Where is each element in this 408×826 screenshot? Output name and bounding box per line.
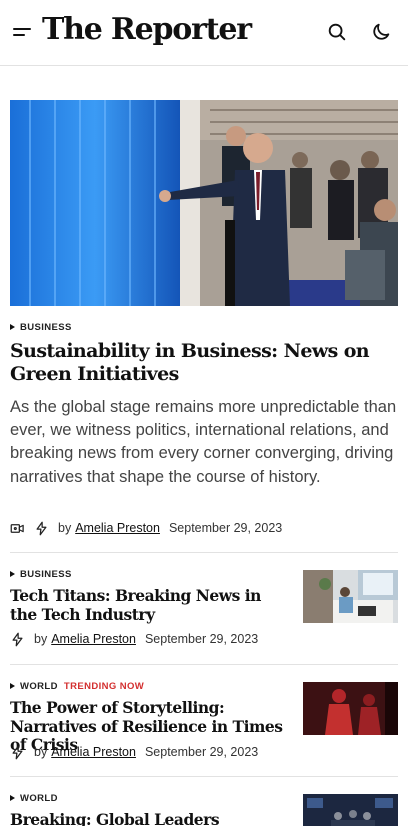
author-link[interactable]: Amelia Preston	[51, 745, 136, 759]
site-header: The Reporter	[0, 0, 408, 66]
featured-image[interactable]	[10, 100, 398, 306]
caret-right-icon	[10, 683, 15, 689]
lightning-icon	[12, 745, 23, 759]
article-thumbnail[interactable]	[303, 794, 398, 826]
divider	[10, 776, 398, 777]
lightning-icon	[36, 521, 47, 535]
article-title[interactable]: Tech Titans: Breaking News in the Tech I…	[10, 586, 292, 624]
article-category[interactable]: WORLD	[10, 793, 58, 804]
article-meta: by Amelia Preston September 29, 2023	[10, 744, 258, 760]
thumbnail-photo	[303, 570, 398, 623]
caret-right-icon	[10, 571, 15, 577]
publish-date: September 29, 2023	[168, 521, 283, 535]
lightning-icon	[12, 632, 23, 646]
byline-label: by	[58, 521, 72, 535]
featured-photo	[10, 100, 398, 306]
author-link[interactable]: Amelia Preston	[75, 521, 160, 535]
byline-label: by	[34, 745, 48, 759]
author-link[interactable]: Amelia Preston	[51, 632, 136, 646]
trending-badge: TRENDING NOW	[63, 681, 145, 692]
moon-icon[interactable]	[370, 21, 392, 43]
thumbnail-photo	[303, 682, 398, 735]
divider	[10, 664, 398, 665]
byline-label: by	[34, 632, 48, 646]
article-thumbnail[interactable]	[303, 682, 398, 735]
article-meta: by Amelia Preston September 29, 2023	[10, 631, 258, 647]
caret-right-icon	[10, 795, 15, 801]
featured-meta: by Amelia Preston September 29, 2023	[10, 520, 282, 536]
publish-date: September 29, 2023	[144, 632, 259, 646]
publish-date: September 29, 2023	[144, 745, 259, 759]
divider	[10, 552, 398, 553]
caret-right-icon	[10, 324, 15, 330]
article-title[interactable]: Breaking: Global Leaders Convene	[10, 810, 292, 826]
featured-description: As the global stage remains more unpredi…	[10, 398, 397, 486]
thumbnail-photo	[303, 794, 398, 826]
video-icon	[10, 523, 24, 533]
featured-category[interactable]: BUSINESS	[10, 322, 72, 333]
featured-title[interactable]: Sustainability in Business: News on Gree…	[10, 340, 404, 386]
search-icon[interactable]	[326, 21, 348, 43]
menu-icon[interactable]	[13, 24, 33, 40]
article-category[interactable]: WORLD TRENDING NOW	[10, 681, 144, 692]
article-category[interactable]: BUSINESS	[10, 569, 72, 580]
site-logo[interactable]: The Reporter	[42, 12, 252, 47]
article-thumbnail[interactable]	[303, 570, 398, 623]
